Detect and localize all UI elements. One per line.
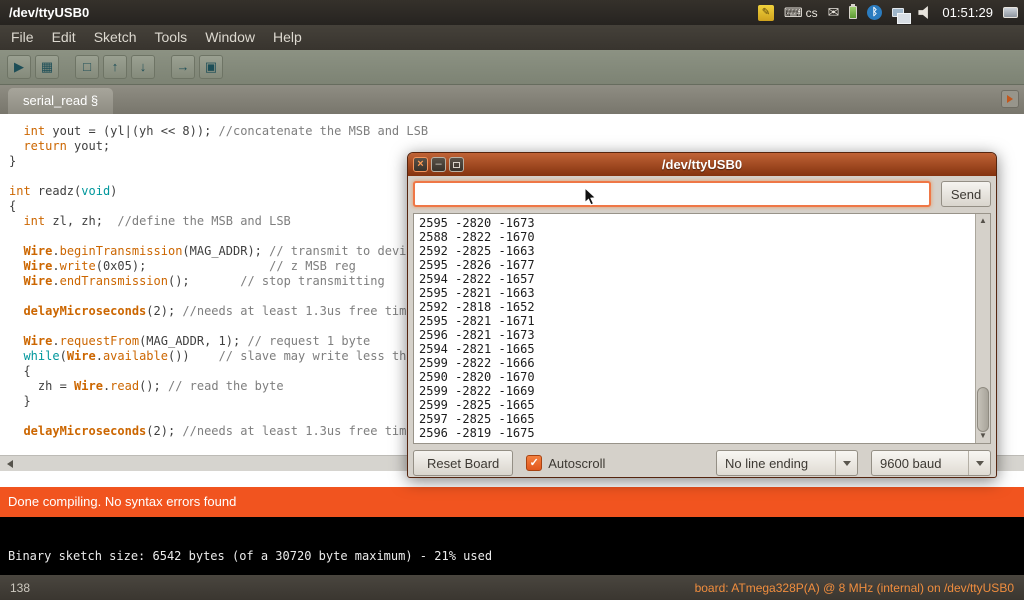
network-icon[interactable]: [892, 8, 904, 17]
serial-output: 2595 -2820 -16732588 -2822 -16702592 -28…: [414, 214, 975, 443]
notes-indicator-icon[interactable]: ✎: [758, 5, 774, 21]
volume-icon[interactable]: [918, 6, 932, 19]
serial-line: 2595 -2820 -1673: [419, 216, 970, 230]
save-sketch-button[interactable]: ↓: [131, 55, 155, 79]
scrollbar-thumb[interactable]: [977, 387, 989, 432]
menu-tools[interactable]: Tools: [146, 25, 197, 50]
scroll-up-arrow-icon[interactable]: ▲: [976, 214, 990, 228]
serial-line: 2594 -2822 -1657: [419, 272, 970, 286]
battery-icon[interactable]: [849, 6, 857, 19]
line-number: 138: [10, 581, 30, 595]
serial-line: 2590 -2820 -1670: [419, 370, 970, 384]
chevron-down-icon: [835, 451, 857, 475]
open-sketch-button[interactable]: ↑: [103, 55, 127, 79]
send-button[interactable]: Send: [941, 181, 991, 207]
tab-menu-arrow-icon: [1007, 95, 1013, 103]
console-line: Binary sketch size: 6542 bytes (of a 307…: [8, 549, 1024, 563]
bluetooth-icon[interactable]: ᛒ: [867, 5, 882, 20]
toolbar: ▶▦ □↑↓ →▣: [0, 50, 1024, 85]
session-menu-icon[interactable]: [1003, 7, 1018, 18]
clock[interactable]: 01:51:29: [942, 5, 993, 20]
autoscroll-label: Autoscroll: [548, 456, 605, 471]
serial-monitor-window: × – /dev/ttyUSB0 Send 2595 -2820 -167325…: [407, 152, 997, 478]
menu-help[interactable]: Help: [264, 25, 311, 50]
autoscroll-checkbox[interactable]: ✓: [526, 455, 542, 471]
top-panel: /dev/ttyUSB0 ✎ ⌨ cs ✉ ᛒ 01:51:29: [0, 0, 1024, 25]
new-sketch-button[interactable]: □: [75, 55, 99, 79]
chevron-down-icon: [968, 451, 990, 475]
reset-board-button[interactable]: Reset Board: [413, 450, 513, 476]
scroll-left-arrow-icon[interactable]: [7, 460, 13, 468]
close-button[interactable]: ×: [413, 157, 428, 172]
tab-bar: serial_read §: [0, 85, 1024, 114]
keyboard-layout-label: cs: [806, 6, 818, 20]
maximize-button[interactable]: [449, 157, 464, 172]
tab-menu-button[interactable]: [1001, 90, 1019, 108]
menu-bar: FileEditSketchToolsWindowHelp: [0, 25, 1024, 50]
serial-monitor-titlebar[interactable]: × – /dev/ttyUSB0: [408, 153, 996, 176]
menu-window[interactable]: Window: [196, 25, 264, 50]
serial-line: 2588 -2822 -1670: [419, 230, 970, 244]
screen: /dev/ttyUSB0 ✎ ⌨ cs ✉ ᛒ 01:51:29 FileEdi…: [0, 0, 1024, 600]
serial-line: 2596 -2819 -1675: [419, 426, 970, 440]
serial-input-row: Send: [413, 181, 991, 208]
serial-line: 2597 -2825 -1665: [419, 412, 970, 426]
line-ending-value: No line ending: [717, 456, 835, 471]
scroll-down-arrow-icon[interactable]: ▼: [976, 429, 990, 443]
menu-file[interactable]: File: [2, 25, 43, 50]
serial-line: 2596 -2821 -1673: [419, 328, 970, 342]
system-tray: ✎ ⌨ cs ✉ ᛒ 01:51:29: [758, 4, 1018, 21]
maximize-icon: [453, 162, 460, 168]
baud-value: 9600 baud: [872, 456, 968, 471]
verify-button[interactable]: ▶: [7, 55, 31, 79]
serial-line: 2599 -2825 -1665: [419, 398, 970, 412]
baud-select[interactable]: 9600 baud: [871, 450, 991, 476]
compile-status: Done compiling. No syntax errors found: [0, 487, 1024, 517]
status-bar: 138 board: ATmega328P(A) @ 8 MHz (intern…: [0, 575, 1024, 600]
toolbar-buttons: ▶▦ □↑↓ →▣: [7, 55, 223, 79]
tab-serial-read[interactable]: serial_read §: [8, 88, 113, 114]
serial-line: 2595 -2826 -1677: [419, 258, 970, 272]
serial-monitor-controls: Reset Board ✓ Autoscroll No line ending …: [413, 450, 991, 476]
serial-line: 2595 -2821 -1671: [419, 314, 970, 328]
mouse-cursor: [584, 187, 598, 207]
serial-line: 2594 -2821 -1665: [419, 342, 970, 356]
code-line: int yout = (yl|(yh << 8)); //concatenate…: [9, 124, 1024, 139]
keyboard-indicator[interactable]: ⌨ cs: [784, 5, 818, 21]
line-ending-select[interactable]: No line ending: [716, 450, 858, 476]
serial-line: 2592 -2825 -1663: [419, 244, 970, 258]
messages-indicator-icon[interactable]: ✉: [828, 4, 840, 21]
serial-line: 2599 -2822 -1666: [419, 356, 970, 370]
minimize-button[interactable]: –: [431, 157, 446, 172]
serial-scrollbar[interactable]: ▲ ▼: [975, 214, 990, 443]
keyboard-icon: ⌨: [784, 5, 803, 21]
serial-monitor-button[interactable]: ▣: [199, 55, 223, 79]
serial-monitor-body: Send 2595 -2820 -16732588 -2822 -1670259…: [408, 176, 996, 478]
serial-line: 2592 -2818 -1652: [419, 300, 970, 314]
menu-sketch[interactable]: Sketch: [85, 25, 146, 50]
panel-window-title: /dev/ttyUSB0: [6, 5, 89, 20]
serial-output-area[interactable]: 2595 -2820 -16732588 -2822 -16702592 -28…: [413, 213, 991, 444]
serial-line: 2599 -2822 -1669: [419, 384, 970, 398]
serial-send-input[interactable]: [413, 181, 931, 207]
stop-button[interactable]: ▦: [35, 55, 59, 79]
build-console: Binary sketch size: 6542 bytes (of a 307…: [0, 517, 1024, 575]
serial-monitor-title: /dev/ttyUSB0: [662, 157, 742, 172]
board-info: board: ATmega328P(A) @ 8 MHz (internal) …: [695, 581, 1014, 595]
serial-line: 2595 -2821 -1663: [419, 286, 970, 300]
compile-status-message: Done compiling. No syntax errors found: [8, 494, 236, 509]
menu-edit[interactable]: Edit: [43, 25, 85, 50]
upload-button[interactable]: →: [171, 55, 195, 79]
